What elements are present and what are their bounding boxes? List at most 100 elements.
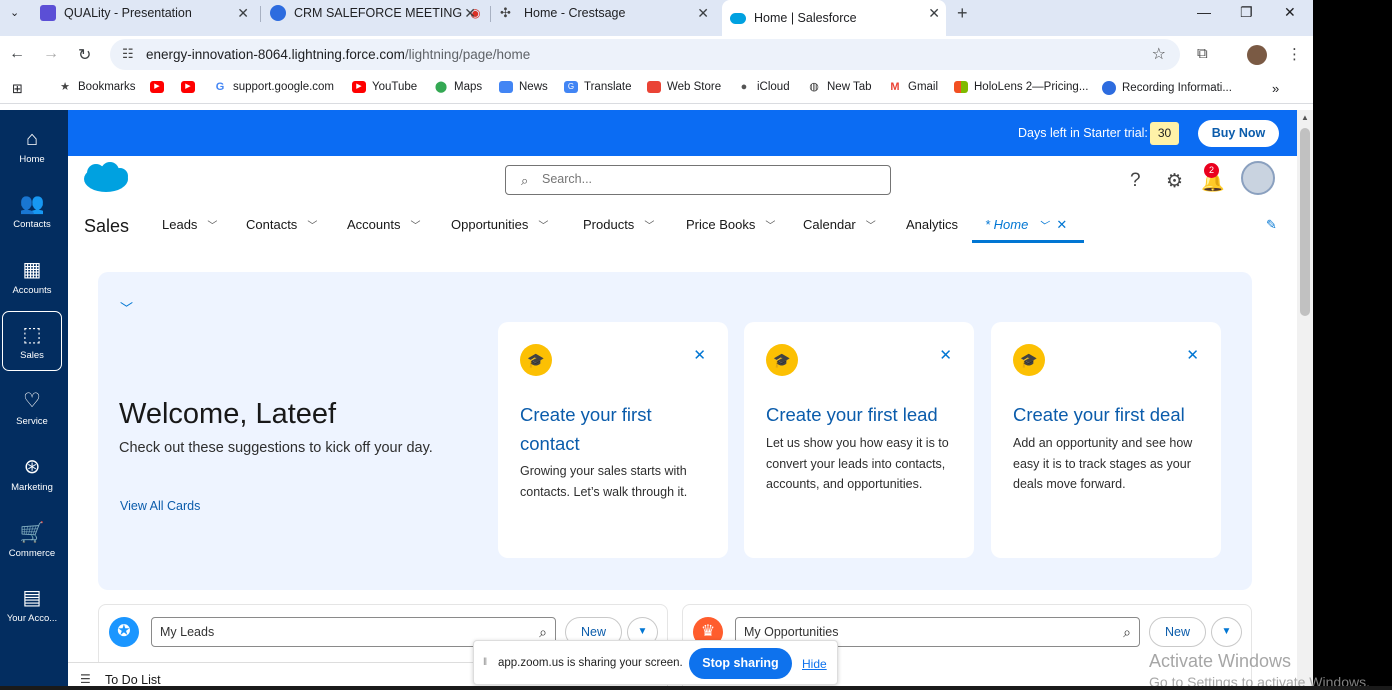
forward-icon[interactable]: → xyxy=(43,45,59,63)
chevron-down-icon[interactable]: ﹀ xyxy=(410,221,420,232)
bookmark-star-icon[interactable]: ☆ xyxy=(1152,44,1166,64)
chevron-down-icon[interactable]: ﹀ xyxy=(207,221,217,232)
close-icon[interactable]: ✕ xyxy=(693,346,706,364)
tab-products[interactable]: Products ﹀ xyxy=(583,217,654,232)
leads-icon: ✪ xyxy=(109,617,139,647)
tab-crestsage[interactable]: ✣ Home - Crestsage ✕ xyxy=(500,0,715,26)
chevron-down-icon[interactable]: ﹀ xyxy=(1038,221,1048,232)
tab-calendar[interactable]: Calendar ﹀ xyxy=(803,217,876,232)
rail-sales[interactable]: ⬚ Sales xyxy=(2,311,62,371)
close-icon[interactable]: ✕ xyxy=(237,5,249,22)
salesforce-logo[interactable] xyxy=(83,162,129,194)
rail-contacts[interactable]: 👥 Contacts xyxy=(2,181,62,241)
tab-opportunities[interactable]: Opportunities ﹀ xyxy=(451,217,548,232)
bookmark-recording[interactable]: Recording Informati... xyxy=(1102,81,1232,95)
help-icon[interactable]: ? xyxy=(1130,170,1141,192)
bookmark-translate[interactable]: G Translate xyxy=(564,81,632,93)
bookmark-youtube-1[interactable]: ▶ xyxy=(150,81,170,93)
rail-your-account[interactable]: ▤ Your Acco... xyxy=(2,575,62,635)
close-icon[interactable]: ✕ xyxy=(697,5,709,22)
card-title[interactable]: Create your first lead xyxy=(766,400,956,429)
bookmark-youtube[interactable]: ▶ YouTube xyxy=(352,81,417,93)
extensions-icon[interactable]: ⧉ xyxy=(1197,45,1208,62)
rail-label: Sales xyxy=(20,350,44,361)
card-title[interactable]: Create your first contact xyxy=(520,400,710,458)
rail-accounts[interactable]: ▦ Accounts xyxy=(2,247,62,307)
tab-home[interactable]: * Home ﹀ ✕ xyxy=(985,217,1067,233)
card-first-contact[interactable]: 🎓 ✕ Create your first contact Growing yo… xyxy=(498,322,728,558)
tab-crm-meeting[interactable]: CRM SALEFORCE MEETING ◉ ✕ xyxy=(270,0,482,26)
bookmark-support-google[interactable]: Gsupport.google.com xyxy=(213,81,334,93)
tab-divider xyxy=(490,6,491,22)
new-opportunity-button[interactable]: New xyxy=(1149,617,1206,647)
address-bar[interactable]: ☷ energy-innovation-8064.lightning.force… xyxy=(110,39,1180,70)
contacts-icon: 👥 xyxy=(19,193,45,215)
hide-link[interactable]: Hide xyxy=(802,657,827,671)
apps-grid-icon[interactable]: ⊞ xyxy=(12,81,23,97)
chevron-down-icon[interactable]: ﹀ xyxy=(765,221,775,232)
menu-kebab-icon[interactable]: ⋮ xyxy=(1287,45,1302,63)
restore-icon[interactable]: ❐ xyxy=(1240,4,1253,21)
page-scrollbar[interactable]: ▲ xyxy=(1297,110,1313,690)
bookmark-icloud[interactable]: ● iCloud xyxy=(737,81,790,93)
chevron-down-icon[interactable]: ﹀ xyxy=(307,221,317,232)
tab-price-books[interactable]: Price Books ﹀ xyxy=(686,217,775,232)
tab-quality[interactable]: QUALity - Presentation ✕ xyxy=(40,0,255,26)
bookmark-gmail[interactable]: M Gmail xyxy=(888,81,938,93)
buy-now-button[interactable]: Buy Now xyxy=(1198,120,1279,147)
drag-handle-icon[interactable]: ‖ xyxy=(483,657,487,668)
chevron-down-icon[interactable]: ﹀ xyxy=(538,221,548,232)
card-title[interactable]: Create your first deal xyxy=(1013,400,1203,429)
card-first-deal[interactable]: 🎓 ✕ Create your first deal Add an opport… xyxy=(991,322,1221,558)
close-window-icon[interactable]: ✕ xyxy=(1284,4,1296,21)
close-icon[interactable]: ✕ xyxy=(464,5,476,22)
site-info-icon[interactable]: ☷ xyxy=(122,46,134,62)
rail-commerce[interactable]: 🛒 Commerce xyxy=(2,510,62,570)
bookmark-news[interactable]: News xyxy=(499,81,548,93)
search-icon[interactable]: ⌕ xyxy=(1123,624,1131,641)
gear-icon[interactable]: ⚙ xyxy=(1166,170,1183,193)
card-first-lead[interactable]: 🎓 ✕ Create your first lead Let us show y… xyxy=(744,322,974,558)
tab-search-icon[interactable]: ⌄ xyxy=(10,6,19,19)
rail-home[interactable]: ⌂ Home xyxy=(2,116,62,176)
bookmark-maps[interactable]: ⬤ Maps xyxy=(434,81,482,93)
search-icon[interactable]: ⌕ xyxy=(539,624,547,641)
tab-accounts[interactable]: Accounts ﹀ xyxy=(347,217,420,232)
avatar[interactable] xyxy=(1241,161,1275,195)
bookmark-hololens[interactable]: HoloLens 2—Pricing... xyxy=(954,81,1088,93)
view-all-cards-link[interactable]: View All Cards xyxy=(120,499,200,513)
tab-contacts[interactable]: Contacts ﹀ xyxy=(246,217,317,232)
chevron-down-icon[interactable]: ﹀ xyxy=(866,221,876,232)
chevron-down-icon[interactable]: ﹀ xyxy=(120,298,133,317)
gmail-icon: M xyxy=(890,81,900,93)
tab-analytics[interactable]: Analytics xyxy=(906,217,958,232)
webstore-icon xyxy=(647,81,661,93)
bookmark-new-tab[interactable]: ◍ New Tab xyxy=(807,81,871,93)
tab-leads[interactable]: Leads ﹀ xyxy=(162,217,217,232)
scroll-up-icon[interactable]: ▲ xyxy=(1301,113,1309,122)
chevron-down-icon[interactable]: ﹀ xyxy=(644,221,654,232)
minimize-icon[interactable]: — xyxy=(1197,4,1211,20)
search-input[interactable] xyxy=(542,172,842,186)
bookmark-youtube-2[interactable]: ▶ xyxy=(181,81,201,93)
chevron-down-icon[interactable]: ▼ xyxy=(1211,617,1242,647)
url-text[interactable]: energy-innovation-8064.lightning.force.c… xyxy=(146,47,530,62)
tab-salesforce[interactable]: Home | Salesforce ✕ xyxy=(722,0,946,36)
edit-nav-icon[interactable]: ✎ xyxy=(1266,217,1277,233)
close-icon[interactable]: ✕ xyxy=(1056,217,1067,232)
close-icon[interactable]: ✕ xyxy=(928,5,940,22)
global-search[interactable]: ⌕ xyxy=(505,165,891,195)
stop-sharing-button[interactable]: Stop sharing xyxy=(689,648,792,679)
bookmark-bookmarks[interactable]: ★ Bookmarks xyxy=(58,81,135,93)
scrollbar-thumb[interactable] xyxy=(1300,128,1310,316)
rail-service[interactable]: ♡ Service xyxy=(2,378,62,438)
reload-icon[interactable]: ↻ xyxy=(78,45,91,65)
rail-marketing[interactable]: ⊛ Marketing xyxy=(2,444,62,504)
more-bookmarks-icon[interactable]: » xyxy=(1272,81,1279,96)
bookmark-web-store[interactable]: Web Store xyxy=(647,81,721,93)
close-icon[interactable]: ✕ xyxy=(1186,346,1199,364)
close-icon[interactable]: ✕ xyxy=(939,346,952,364)
profile-avatar-icon[interactable] xyxy=(1247,45,1267,65)
back-icon[interactable]: ← xyxy=(9,45,25,63)
new-tab-icon[interactable]: + xyxy=(957,3,968,24)
